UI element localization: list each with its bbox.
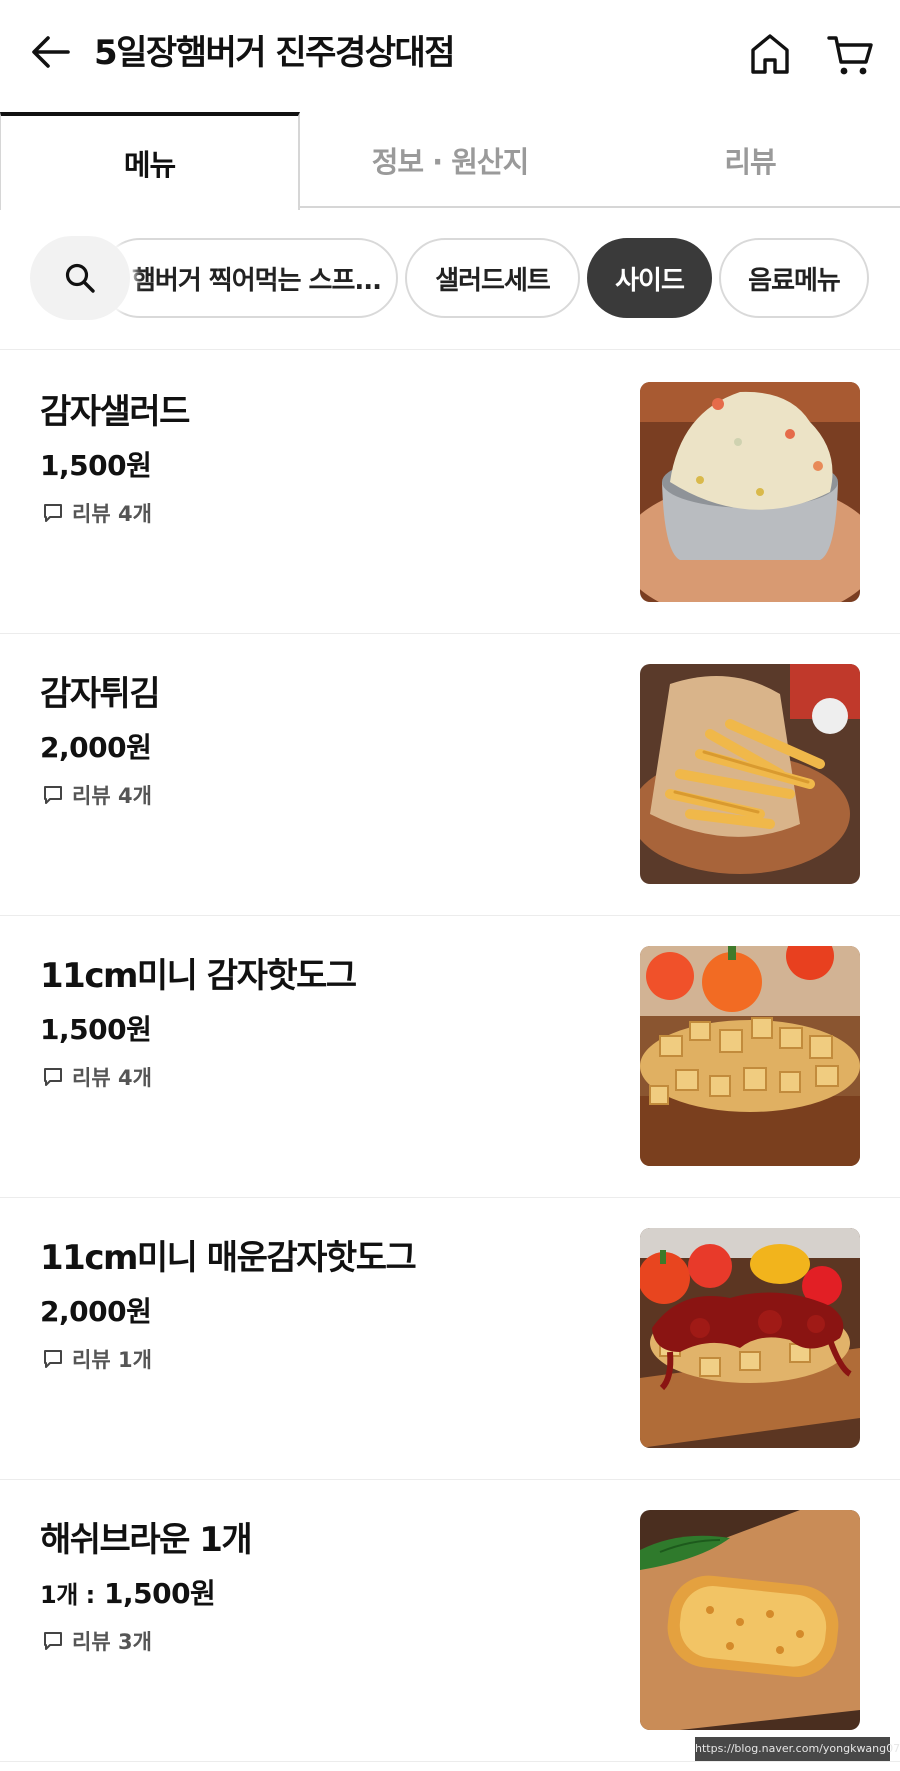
menu-item-review-count: 리뷰 4개 xyxy=(42,498,152,528)
comment-icon xyxy=(44,1068,62,1086)
menu-item-price: 1,500원 xyxy=(40,449,152,482)
menu-item-name: 해쉬브라운 1개 xyxy=(40,1520,253,1560)
review-count-label: 리뷰 4개 xyxy=(72,502,152,526)
category-chip-bar: 햄버거 찍어먹는 스프... 샐러드세트 사이드 음료메뉴 xyxy=(0,210,900,350)
category-chip-drinks[interactable]: 음료메뉴 xyxy=(719,238,869,318)
review-count-label: 리뷰 1개 xyxy=(72,1348,152,1372)
review-count-label: 리뷰 4개 xyxy=(72,1066,152,1090)
menu-item-review-count: 리뷰 4개 xyxy=(42,1062,152,1092)
search-icon xyxy=(65,263,95,293)
menu-item-photo xyxy=(640,664,860,884)
comment-icon xyxy=(44,1632,62,1650)
comment-icon xyxy=(44,1350,62,1368)
menu-item-price: 1개 : 1,500원 xyxy=(40,1572,216,1612)
category-chip-salad-set[interactable]: 샐러드세트 xyxy=(405,238,580,318)
store-tabs: 메뉴 정보 · 원산지 리뷰 xyxy=(0,112,900,210)
store-title: 5일장햄버거 진주경상대점 xyxy=(94,33,456,73)
tab-info-origin[interactable]: 정보 · 원산지 xyxy=(300,112,600,208)
blog-watermark: https://blog.naver.com/yongkwang07 xyxy=(695,1737,900,1761)
menu-item-mini-potato-hotdog[interactable]: 11cm미니 감자핫도그 1,500원 리뷰 4개 xyxy=(0,916,900,1198)
comment-icon xyxy=(44,504,62,522)
tab-reviews[interactable]: 리뷰 xyxy=(600,112,900,208)
menu-item-name: 11cm미니 매운감자핫도그 xyxy=(40,1238,417,1278)
price-option-label: 1개 : xyxy=(40,1581,95,1609)
category-chip-side[interactable]: 사이드 xyxy=(587,238,712,318)
tab-menu[interactable]: 메뉴 xyxy=(0,112,300,210)
menu-item-review-count: 리뷰 3개 xyxy=(42,1626,152,1656)
menu-item-photo xyxy=(640,1510,860,1730)
menu-item-hash-brown[interactable]: 해쉬브라운 1개 1개 : 1,500원 리뷰 3개 xyxy=(0,1480,900,1762)
review-count-label: 리뷰 4개 xyxy=(72,784,152,808)
app-header: 5일장햄버거 진주경상대점 xyxy=(0,0,900,112)
menu-item-photo xyxy=(640,946,860,1166)
menu-item-price: 1,500원 xyxy=(40,1013,152,1046)
menu-search-button[interactable] xyxy=(30,236,130,320)
menu-item-review-count: 리뷰 4개 xyxy=(42,780,152,810)
menu-item-mini-spicy-potato-hotdog[interactable]: 11cm미니 매운감자핫도그 2,000원 리뷰 1개 xyxy=(0,1198,900,1480)
menu-item-price: 2,000원 xyxy=(40,1295,152,1328)
menu-item-name: 감자샐러드 xyxy=(40,392,190,432)
menu-item-french-fries[interactable]: 감자튀김 2,000원 리뷰 4개 xyxy=(0,634,900,916)
home-icon[interactable] xyxy=(746,30,794,78)
menu-item-photo xyxy=(640,1228,860,1448)
comment-icon xyxy=(44,786,62,804)
price-value: 1,500원 xyxy=(103,1577,216,1610)
menu-item-price: 2,000원 xyxy=(40,731,152,764)
menu-item-photo xyxy=(640,382,860,602)
back-arrow-icon[interactable] xyxy=(28,30,72,74)
menu-item-name: 감자튀김 xyxy=(40,674,161,714)
cart-icon[interactable] xyxy=(826,30,876,78)
menu-item-review-count: 리뷰 1개 xyxy=(42,1344,152,1374)
review-count-label: 리뷰 3개 xyxy=(72,1630,152,1654)
menu-item-name: 11cm미니 감자핫도그 xyxy=(40,956,357,996)
menu-item-potato-salad[interactable]: 감자샐러드 1,500원 리뷰 4개 xyxy=(0,352,900,634)
category-chip-burger-soup[interactable]: 햄버거 찍어먹는 스프... xyxy=(100,238,398,318)
